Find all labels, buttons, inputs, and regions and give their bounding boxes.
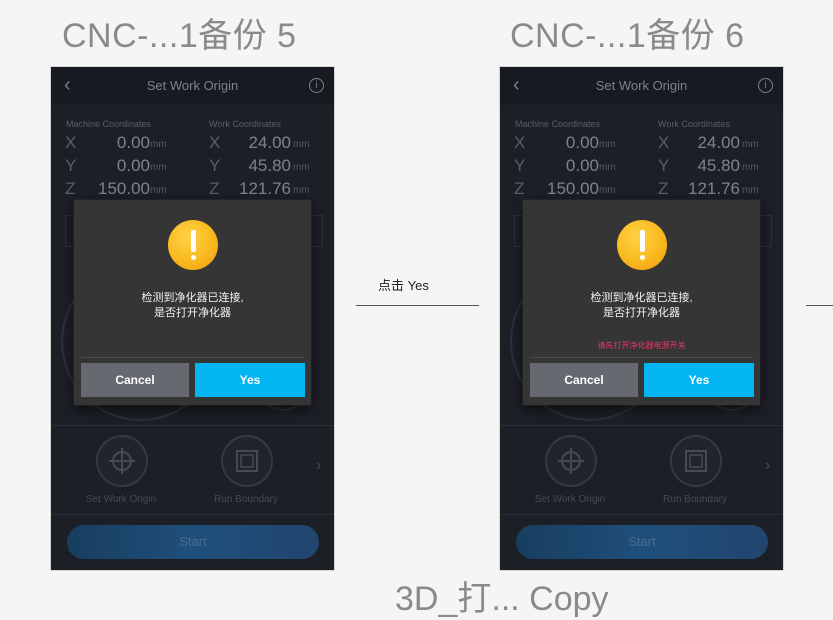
set-work-origin-button[interactable] — [545, 435, 597, 487]
work-value: 45.80 — [697, 156, 740, 175]
axis-label: Y — [514, 156, 526, 175]
unit-label: mm — [599, 139, 616, 150]
dialog-message-line-2: 是否打开净化器 — [154, 307, 231, 319]
bottom-frame-title: 3D_打... Copy — [395, 580, 609, 618]
bottom-divider — [500, 514, 783, 515]
work-value: 121.76 — [239, 179, 291, 198]
axis-label: Z — [65, 179, 76, 198]
unit-label: mm — [150, 139, 167, 150]
machine-value: 150.00 — [98, 179, 150, 198]
warning-icon — [168, 220, 218, 270]
work-value: 121.76 — [688, 179, 740, 198]
start-button[interactable]: Start — [67, 525, 319, 559]
app-header: ‹ Set Work Origin i — [51, 67, 334, 105]
yes-button[interactable]: Yes — [644, 363, 754, 397]
work-value: 45.80 — [248, 156, 291, 175]
dialog-message-line-2: 是否打开净化器 — [603, 307, 680, 319]
dialog-message: 检测到净化器已连接, 是否打开净化器 — [523, 291, 760, 321]
unit-label: mm — [293, 139, 310, 150]
coord-row: Z 150.00 mm Z 121.76 mm — [65, 179, 326, 201]
crosshair-icon — [109, 448, 135, 474]
machine-value: 0.00 — [116, 133, 150, 152]
axis-label: Z — [514, 179, 525, 198]
machine-value: 0.00 — [565, 156, 599, 175]
axis-label: X — [658, 133, 670, 152]
yes-button[interactable]: Yes — [195, 363, 305, 397]
unit-label: mm — [150, 162, 167, 173]
axis-label: Y — [209, 156, 221, 175]
app-header: ‹ Set Work Origin i — [500, 67, 783, 105]
cancel-button[interactable]: Cancel — [81, 363, 189, 397]
dialog-hint: 请先打开净化器电源开关 — [597, 341, 686, 350]
run-boundary-button[interactable] — [221, 435, 273, 487]
run-boundary-label: Run Boundary — [214, 494, 278, 505]
boundary-icon — [685, 450, 707, 472]
start-button[interactable]: Start — [516, 525, 768, 559]
machine-coordinates-label: Machine Coordinates — [515, 119, 601, 129]
purifier-dialog: 检测到净化器已连接, 是否打开净化器 请先打开净化器电源开关 Cancel Ye… — [523, 200, 760, 405]
chevron-right-icon[interactable]: › — [316, 457, 321, 475]
coord-row: Y 0.00 mm Y 45.80 mm — [65, 156, 326, 178]
flow-connector-line-out — [806, 305, 833, 306]
machine-value: 0.00 — [116, 156, 150, 175]
work-coordinates-label: Work Coordinates — [658, 119, 730, 129]
run-boundary-button[interactable] — [670, 435, 722, 487]
warning-icon — [617, 220, 667, 270]
unit-label: mm — [293, 185, 310, 196]
coord-row: X 0.00 mm X 24.00 mm — [514, 133, 775, 155]
frame-2-title: CNC-...1备份 6 — [510, 17, 745, 55]
work-value: 24.00 — [697, 133, 740, 152]
dialog-message-line-1: 检测到净化器已连接, — [590, 292, 693, 304]
work-coordinates-label: Work Coordinates — [209, 119, 281, 129]
frame-1-title: CNC-...1备份 5 — [62, 17, 297, 55]
dialog-message-line-1: 检测到净化器已连接, — [141, 292, 244, 304]
purifier-dialog: 检测到净化器已连接, 是否打开净化器 Cancel Yes — [74, 200, 311, 405]
work-value: 24.00 — [248, 133, 291, 152]
axis-label: Z — [658, 179, 669, 198]
coord-row: Y 0.00 mm Y 45.80 mm — [514, 156, 775, 178]
coord-row: X 0.00 mm X 24.00 mm — [65, 133, 326, 155]
unit-label: mm — [150, 185, 167, 196]
set-work-origin-button[interactable] — [96, 435, 148, 487]
dialog-message: 检测到净化器已连接, 是否打开净化器 — [74, 291, 311, 321]
header-title: Set Work Origin — [595, 78, 688, 93]
crosshair-icon — [558, 448, 584, 474]
machine-value: 150.00 — [547, 179, 599, 198]
axis-label: X — [65, 133, 77, 152]
set-work-origin-label: Set Work Origin — [534, 494, 606, 505]
header-title: Set Work Origin — [146, 78, 239, 93]
phone-screen-1: ‹ Set Work Origin i Machine Coordinates … — [51, 67, 334, 570]
bottom-divider — [51, 514, 334, 515]
unit-label: mm — [742, 185, 759, 196]
axis-label: X — [514, 133, 526, 152]
cancel-button[interactable]: Cancel — [530, 363, 638, 397]
axis-label: Y — [658, 156, 670, 175]
coord-row: Z 150.00 mm Z 121.76 mm — [514, 179, 775, 201]
axis-label: X — [209, 133, 221, 152]
axis-label: Z — [209, 179, 220, 198]
unit-label: mm — [742, 139, 759, 150]
phone-screen-2: ‹ Set Work Origin i Machine Coordinates … — [500, 67, 783, 570]
tools-divider — [500, 425, 783, 426]
unit-label: mm — [742, 162, 759, 173]
info-icon[interactable]: i — [309, 78, 324, 93]
flow-connector-label: 点击 Yes — [378, 278, 429, 293]
info-icon[interactable]: i — [758, 78, 773, 93]
boundary-icon — [236, 450, 258, 472]
unit-label: mm — [599, 185, 616, 196]
unit-label: mm — [293, 162, 310, 173]
axis-label: Y — [65, 156, 77, 175]
dialog-divider — [81, 357, 304, 358]
run-boundary-label: Run Boundary — [663, 494, 727, 505]
tools-divider — [51, 425, 334, 426]
machine-value: 0.00 — [565, 133, 599, 152]
unit-label: mm — [599, 162, 616, 173]
chevron-right-icon[interactable]: › — [765, 457, 770, 475]
machine-coordinates-label: Machine Coordinates — [66, 119, 152, 129]
set-work-origin-label: Set Work Origin — [85, 494, 157, 505]
dialog-divider — [530, 357, 753, 358]
flow-connector-line — [356, 305, 479, 306]
